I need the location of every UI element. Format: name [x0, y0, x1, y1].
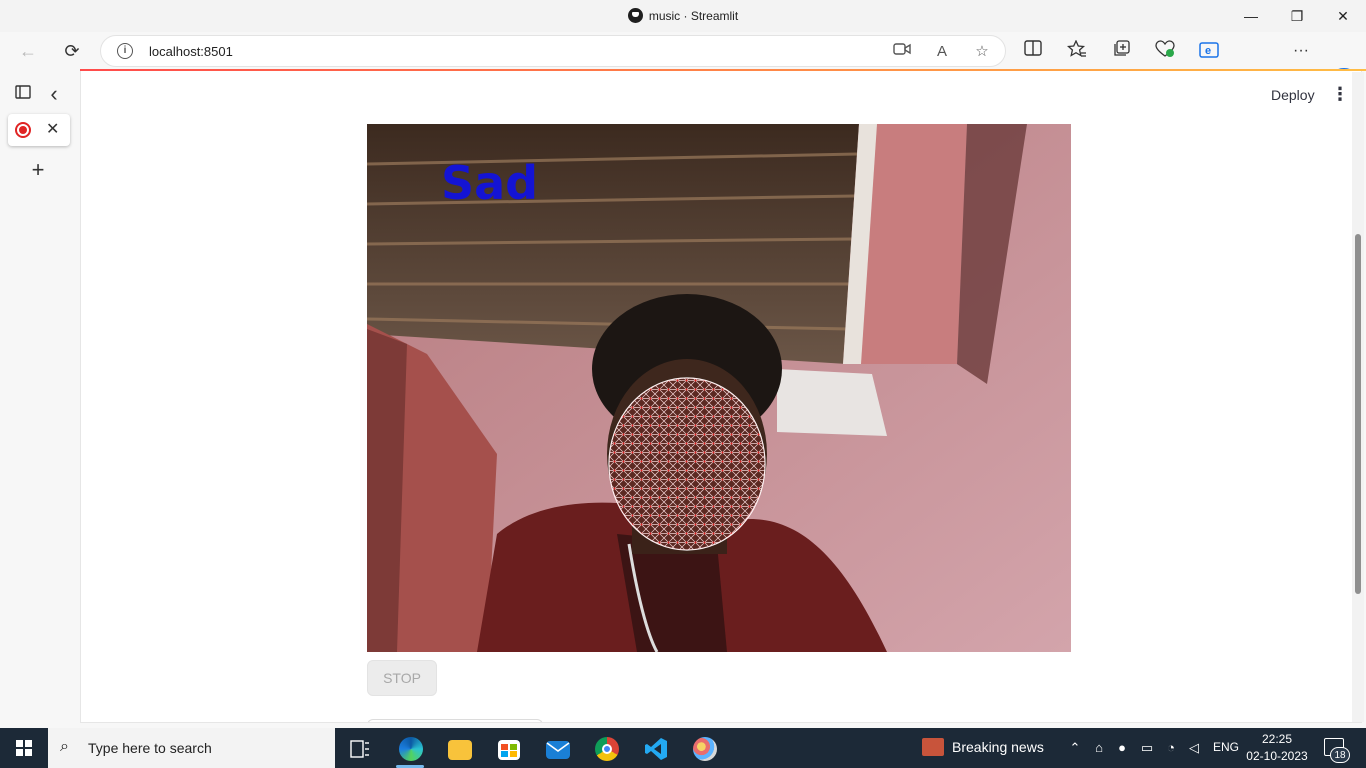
vertical-tabs-sidebar: ‹ ✕ + [0, 70, 80, 728]
scrollbar-thumb[interactable] [1355, 234, 1361, 594]
split-screen-icon[interactable] [1020, 40, 1046, 62]
main-menu-icon[interactable]: ⋮ [1331, 83, 1349, 107]
recording-icon [15, 122, 31, 138]
favorite-star-icon[interactable]: ☆ [971, 42, 993, 62]
windows-logo-icon [16, 740, 32, 756]
clock-time: 22:25 [1261, 732, 1293, 746]
task-view-icon[interactable] [338, 732, 382, 768]
favorites-icon[interactable] [1064, 39, 1090, 62]
close-window-button[interactable]: ✕ [1320, 0, 1366, 32]
edge-taskbar-icon[interactable] [388, 732, 432, 768]
camera-icon[interactable] [891, 42, 913, 62]
browser-toolbar: ← ⟳ i localhost:8501 A ☆ e ··· b [0, 32, 1366, 100]
close-tab-button[interactable]: ✕ [46, 119, 59, 139]
mail-taskbar-icon[interactable] [535, 732, 579, 768]
volume-icon[interactable]: ◁ [1185, 740, 1203, 756]
window-title: music · Streamlit [0, 8, 1366, 23]
window-titlebar: music · Streamlit — ❐ ✕ [0, 0, 1366, 32]
webcam-video-frame: Sad [367, 124, 1071, 652]
store-taskbar-icon[interactable] [486, 732, 530, 768]
emotion-label: Sad [441, 156, 539, 210]
taskbar-search-box[interactable]: ⌕ Type here to search [48, 728, 335, 768]
back-button[interactable]: ← [12, 35, 44, 67]
wifi-icon[interactable]: ◔ [1162, 740, 1180, 755]
new-tab-button[interactable]: + [26, 158, 50, 182]
url-text[interactable]: localhost:8501 [149, 44, 233, 59]
svg-text:e: e [1205, 45, 1211, 57]
clock-date: 02-10-2023 [1246, 749, 1308, 763]
taskbar-clock[interactable]: 22:25 02-10-2023 [1246, 731, 1308, 765]
windows-taskbar: ⌕ Type here to search Breaking news ⌃ ⌂ … [0, 728, 1366, 768]
next-widget-edge [367, 719, 543, 722]
show-hidden-icons-chevron-icon[interactable]: ⌃ [1066, 740, 1084, 756]
more-icon[interactable]: ··· [1288, 40, 1314, 62]
edge-icon [399, 737, 423, 761]
breaking-news-widget[interactable]: Breaking news [922, 738, 1044, 756]
language-indicator[interactable]: ENG [1213, 740, 1239, 754]
streamlit-app-content: Deploy ⋮ Sad STOP [80, 71, 1362, 723]
site-info-icon[interactable]: i [117, 43, 133, 59]
battery-icon[interactable]: ▭ [1138, 740, 1156, 756]
minimize-button[interactable]: — [1228, 0, 1274, 32]
file-explorer-taskbar-icon[interactable] [437, 732, 481, 768]
edge-extension-icon[interactable]: e [1196, 40, 1222, 62]
search-icon: ⌕ [60, 738, 69, 755]
tab-music-streamlit[interactable]: ✕ [8, 114, 70, 146]
mail-icon [546, 741, 570, 759]
news-icon [922, 738, 944, 756]
search-placeholder[interactable]: Type here to search [88, 740, 212, 756]
paint-icon [693, 737, 717, 761]
chrome-icon [595, 737, 619, 761]
store-icon [498, 740, 520, 760]
stop-button[interactable]: STOP [367, 660, 437, 696]
collections-icon[interactable] [1108, 40, 1134, 62]
restore-button[interactable]: ❐ [1274, 0, 1320, 32]
tab-actions-icon[interactable] [11, 83, 35, 107]
vscode-icon [645, 738, 667, 760]
refresh-button[interactable]: ⟳ [56, 35, 88, 67]
paint-taskbar-icon[interactable] [682, 732, 726, 768]
streamlit-logo-icon [627, 8, 643, 23]
notification-count-badge: 18 [1330, 747, 1350, 763]
collapse-sidebar-icon[interactable]: ‹ [42, 82, 66, 106]
deploy-button[interactable]: Deploy [1271, 87, 1315, 103]
address-bar[interactable]: i localhost:8501 A ☆ [100, 35, 1006, 67]
chrome-taskbar-icon[interactable] [584, 732, 628, 768]
start-button[interactable] [0, 728, 48, 768]
vscode-taskbar-icon[interactable] [633, 732, 677, 768]
read-aloud-icon[interactable]: A [931, 42, 953, 62]
meet-camera-icon[interactable]: ⌂ [1090, 740, 1108, 755]
news-label[interactable]: Breaking news [952, 739, 1044, 755]
browser-essentials-icon[interactable] [1152, 40, 1178, 62]
window-title-text: music · Streamlit [648, 9, 739, 23]
microphone-icon[interactable]: ● [1113, 740, 1131, 755]
folder-icon [448, 740, 472, 760]
